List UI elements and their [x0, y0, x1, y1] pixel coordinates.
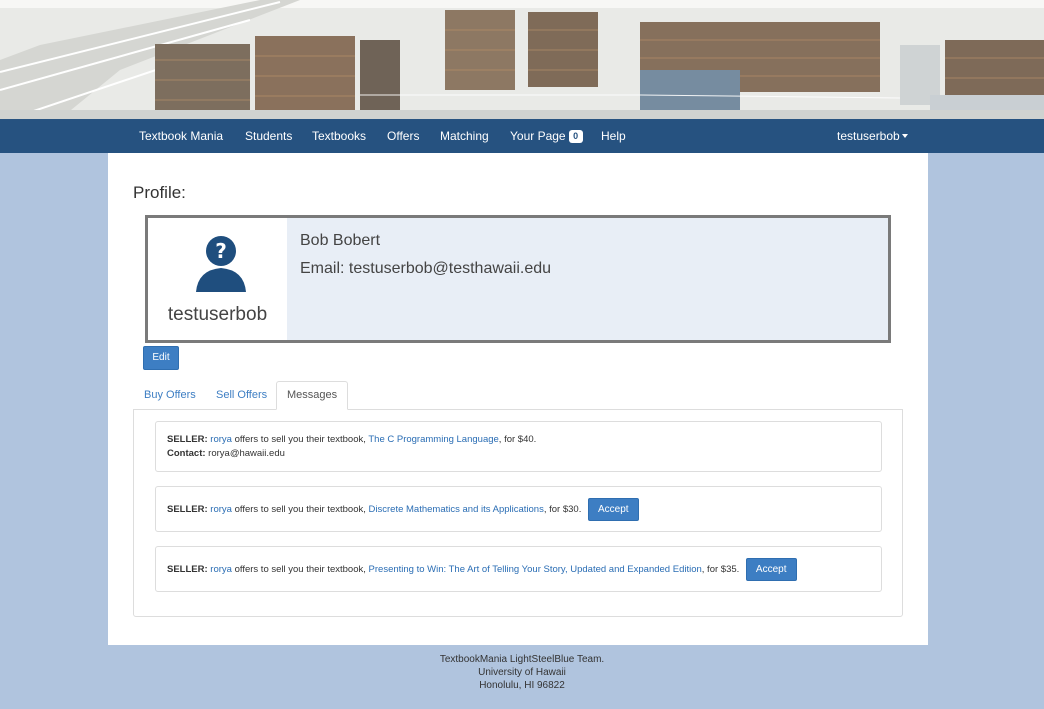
- nav-help-link[interactable]: Help: [601, 119, 626, 153]
- nav-offers-link[interactable]: Offers: [387, 119, 419, 153]
- edit-profile-button[interactable]: Edit: [143, 346, 179, 370]
- nav-your-page-label: Your Page: [510, 129, 566, 143]
- message-price: , for $30.: [543, 504, 582, 516]
- messages-panel: SELLER: rorya offers to sell you their t…: [133, 409, 903, 617]
- seller-link[interactable]: rorya: [210, 564, 232, 575]
- user-question-icon: ?: [186, 226, 252, 292]
- textbook-link[interactable]: Presenting to Win: The Art of Telling Yo…: [369, 564, 702, 575]
- notification-badge: 0: [568, 130, 583, 143]
- message-role-label: SELLER:: [167, 434, 208, 445]
- message-text: SELLER: rorya offers to sell you their t…: [167, 434, 536, 445]
- seller-link[interactable]: rorya: [210, 504, 232, 515]
- header-banner-image: [0, 0, 1044, 119]
- top-navbar: Textbook Mania Students Textbooks Offers…: [0, 119, 1044, 153]
- main-content: Profile: ? testuserbob Bob Bobert Email:…: [108, 153, 928, 645]
- user-dropdown-label: testuserbob: [837, 129, 900, 143]
- offers-tabs: Buy Offers Sell Offers Messages: [133, 381, 903, 410]
- message-contact: Contact: rorya@hawaii.edu: [167, 448, 285, 459]
- message-body: offers to sell you their textbook,: [234, 504, 366, 516]
- message-body: offers to sell you their textbook,: [234, 564, 366, 576]
- message-role-label: SELLER:: [167, 564, 208, 576]
- avatar: ?: [186, 226, 252, 292]
- profile-email: Email: testuserbob@testhawaii.edu: [300, 260, 552, 277]
- page-title: Profile:: [133, 183, 186, 202]
- profile-card: ? testuserbob Bob Bobert Email: testuser…: [145, 215, 891, 343]
- profile-avatar-panel: ? testuserbob: [148, 218, 287, 340]
- nav-your-page-link[interactable]: Your Page 0: [510, 119, 583, 153]
- textbook-link[interactable]: The C Programming Language: [368, 434, 498, 445]
- message-text: SELLER: rorya offers to sell you their t…: [167, 558, 797, 581]
- caret-down-icon: [901, 134, 908, 138]
- page-footer: TextbookMania LightSteelBlue Team. Unive…: [0, 653, 1044, 692]
- message-item: SELLER: rorya offers to sell you their t…: [155, 486, 882, 532]
- contact-label: Contact:: [167, 448, 206, 459]
- contact-email: rorya@hawaii.edu: [208, 448, 285, 459]
- message-item: SELLER: rorya offers to sell you their t…: [155, 421, 882, 472]
- accept-offer-button[interactable]: Accept: [745, 558, 797, 581]
- user-dropdown[interactable]: testuserbob: [837, 119, 908, 153]
- message-role-label: SELLER:: [167, 504, 208, 516]
- accept-offer-button[interactable]: Accept: [587, 498, 639, 521]
- textbook-link[interactable]: Discrete Mathematics and its Application…: [369, 504, 544, 515]
- footer-university: University of Hawaii: [478, 667, 566, 678]
- message-price: , for $35.: [701, 564, 740, 576]
- tab-sell-offers[interactable]: Sell Offers: [216, 381, 267, 410]
- footer-team: TextbookMania LightSteelBlue Team.: [439, 654, 605, 665]
- nav-textbooks-link[interactable]: Textbooks: [312, 119, 366, 153]
- svg-text:?: ?: [215, 239, 227, 263]
- nav-brand-link[interactable]: Textbook Mania: [139, 119, 223, 153]
- tab-messages[interactable]: Messages: [276, 381, 349, 410]
- profile-full-name: Bob Bobert: [300, 232, 381, 249]
- message-body: offers to sell you their textbook,: [234, 434, 366, 445]
- message-price: , for $40.: [498, 434, 537, 445]
- message-text: SELLER: rorya offers to sell you their t…: [167, 498, 639, 521]
- tab-buy-offers[interactable]: Buy Offers: [144, 381, 196, 410]
- seller-link[interactable]: rorya: [210, 434, 232, 445]
- nav-matching-link[interactable]: Matching: [440, 119, 489, 153]
- nav-students-link[interactable]: Students: [245, 119, 292, 153]
- footer-address: Honolulu, HI 96822: [479, 680, 565, 691]
- message-item: SELLER: rorya offers to sell you their t…: [155, 546, 882, 592]
- profile-username: testuserbob: [167, 304, 268, 325]
